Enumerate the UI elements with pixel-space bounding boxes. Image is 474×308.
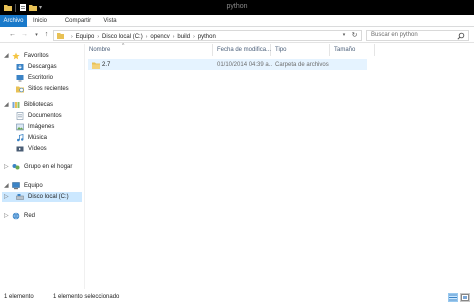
sidebar-item-label: Grupo en el hogar (24, 164, 73, 170)
network-icon (12, 212, 20, 220)
column-header-label: Fecha de modifica... (217, 47, 272, 53)
chevron-right-icon[interactable]: ▷ (4, 211, 9, 221)
details-view-button[interactable] (448, 293, 458, 302)
sidebar-item-label: Bibliotecas (24, 102, 54, 108)
downloads-icon (16, 64, 24, 70)
tab-inicio[interactable]: Inicio (29, 15, 51, 27)
recent-locations-button[interactable]: ▾ (32, 30, 41, 40)
tab-vista[interactable]: Vista (99, 15, 121, 27)
sidebar-item-documentos[interactable]: Documentos (0, 111, 83, 121)
documents-icon (16, 112, 24, 120)
back-button[interactable]: ← (8, 30, 17, 40)
refresh-icon[interactable]: ↻ (350, 31, 359, 40)
folder-icon (57, 33, 64, 39)
desktop-icon (16, 75, 24, 82)
file-list: ^ Nombre Fecha de modifica... Tipo Tamañ… (85, 43, 474, 289)
status-bar: 1 elemento 1 elemento seleccionado (0, 289, 474, 308)
sidebar-item-sitios-recientes[interactable]: Sitios recientes (0, 84, 83, 94)
sidebar-item-label: Imágenes (28, 124, 55, 130)
sidebar-item-label: Vídeos (28, 146, 47, 152)
tab-archivo[interactable]: Archivo (0, 15, 27, 27)
column-header-fecha[interactable]: Fecha de modifica... (213, 44, 271, 56)
file-type: Carpeta de archivos (275, 62, 329, 68)
title-bar: ▾ python (0, 0, 474, 15)
column-header-tipo[interactable]: Tipo (271, 44, 330, 56)
forward-button[interactable]: → (20, 30, 29, 40)
large-icons-view-button[interactable] (460, 293, 470, 302)
chevron-right-icon[interactable]: › (71, 34, 73, 40)
sidebar-item-label: Documentos (28, 113, 62, 119)
chevron-right-icon[interactable]: ▷ (4, 192, 9, 202)
file-name: 2.7 (102, 62, 111, 68)
sidebar-item-imagenes[interactable]: Imágenes (0, 122, 83, 132)
address-bar[interactable]: › Equipo › Disco local (C:) › opencv › b… (53, 30, 362, 41)
sidebar-item-label: Escritorio (28, 75, 54, 81)
file-size (334, 61, 364, 70)
column-header-nombre[interactable]: ^ Nombre (85, 43, 213, 56)
table-row[interactable]: 2.7 01/10/2014 04:39 a... Carpeta de arc… (88, 59, 367, 70)
sidebar-item-videos[interactable]: Vídeos (0, 144, 83, 154)
homegroup-icon (12, 164, 20, 170)
selection-count: 1 elemento seleccionado (53, 294, 120, 300)
search-input[interactable]: Buscar en python (366, 30, 469, 41)
sidebar-item-label: Música (28, 135, 48, 141)
breadcrumb: › Equipo › Disco local (C:) › opencv › b… (68, 32, 216, 41)
column-header-label: Tipo (275, 47, 287, 53)
breadcrumb-python[interactable]: python (198, 34, 216, 40)
chevron-down-icon[interactable]: ▾ (340, 31, 348, 40)
sidebar-item-label: Red (24, 213, 36, 219)
sidebar-item-grupo-hogar[interactable]: ▷ Grupo en el hogar (0, 162, 83, 172)
sidebar-item-disco-local[interactable]: ▷ Disco local (C:) (2, 192, 82, 202)
navigation-bar: ← → ▾ ↑ › Equipo › Disco local (C:) › op… (0, 28, 474, 43)
file-date: 01/10/2014 04:39 a... (217, 62, 272, 68)
sidebar-item-label: Equipo (24, 183, 43, 189)
sidebar-item-label: Descargas (28, 64, 57, 70)
chevron-right-icon[interactable]: › (193, 34, 195, 40)
sidebar-item-descargas[interactable]: Descargas (0, 62, 83, 72)
breadcrumb-equipo[interactable]: Equipo (76, 34, 95, 40)
chevron-down-icon[interactable]: ◢ (4, 181, 9, 191)
sidebar-item-bibliotecas[interactable]: ◢ Bibliotecas (0, 100, 83, 110)
sidebar-item-label: Sitios recientes (28, 86, 69, 92)
star-icon (12, 52, 20, 60)
music-icon (17, 134, 24, 142)
videos-icon (16, 146, 24, 152)
sidebar-item-equipo[interactable]: ◢ Equipo (0, 181, 83, 191)
sidebar-item-favoritos[interactable]: ◢ Favoritos (0, 51, 83, 61)
up-button[interactable]: ↑ (42, 30, 51, 40)
sidebar-item-escritorio[interactable]: Escritorio (0, 73, 83, 83)
chevron-right-icon[interactable]: › (146, 34, 148, 40)
sidebar-item-label: Disco local (C:) (28, 194, 69, 200)
folder-icon (92, 62, 100, 69)
navigation-pane: ◢ Favoritos Descargas Escritorio Sitios … (0, 44, 83, 289)
sidebar-item-label: Favoritos (24, 53, 49, 59)
breadcrumb-opencv[interactable]: opencv (150, 34, 169, 40)
column-header-tamano[interactable]: Tamaño (330, 44, 375, 56)
pictures-icon (16, 123, 24, 131)
column-header-label: Tamaño (334, 47, 356, 53)
chevron-right-icon[interactable]: › (97, 34, 99, 40)
ribbon-tabs: Archivo Inicio Compartir Vista (0, 15, 474, 27)
details-view-icon (449, 294, 457, 301)
chevron-down-icon[interactable]: ◢ (4, 51, 9, 61)
drive-icon (16, 194, 24, 200)
recent-places-icon (16, 86, 24, 93)
sidebar-item-musica[interactable]: Música (0, 133, 83, 143)
sort-ascending-icon: ^ (122, 43, 125, 49)
window-title: python (226, 3, 248, 10)
large-icons-view-icon (461, 294, 469, 301)
chevron-down-icon[interactable]: ◢ (4, 100, 9, 110)
sidebar-item-red[interactable]: ▷ Red (0, 211, 83, 221)
breadcrumb-disco-local[interactable]: Disco local (C:) (102, 34, 143, 40)
breadcrumb-build[interactable]: build (177, 34, 190, 40)
search-placeholder: Buscar en python (371, 32, 418, 38)
computer-icon (12, 182, 20, 190)
chevron-right-icon[interactable]: ▷ (4, 162, 9, 172)
chevron-right-icon[interactable]: › (173, 34, 175, 40)
column-header-label: Nombre (89, 47, 111, 53)
tab-compartir[interactable]: Compartir (59, 15, 97, 27)
item-count: 1 elemento (4, 294, 34, 300)
libraries-icon (12, 102, 20, 108)
search-icon[interactable] (457, 32, 465, 40)
